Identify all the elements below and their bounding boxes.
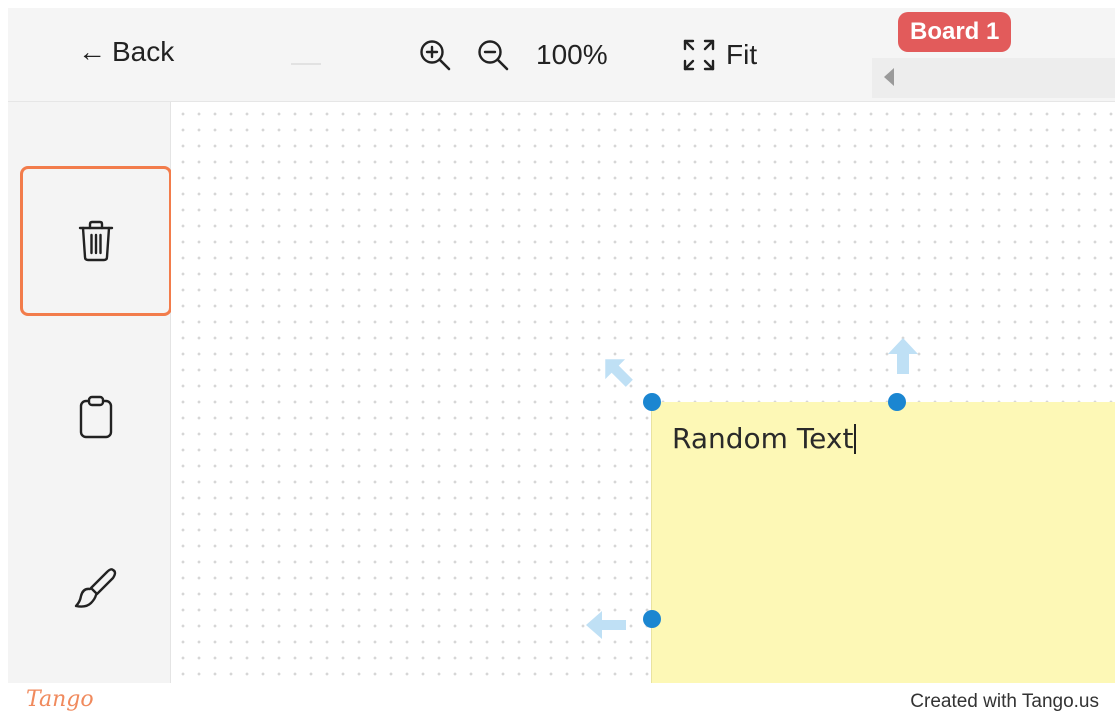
tool-sidebar xyxy=(8,102,172,683)
back-button[interactable]: ← Back xyxy=(78,36,174,68)
zoom-in-button[interactable] xyxy=(416,36,454,74)
tango-logo: Tango xyxy=(26,687,94,712)
resize-handle-left[interactable] xyxy=(643,610,661,628)
paintbrush-icon xyxy=(74,568,117,608)
resize-handle-top[interactable] xyxy=(888,393,906,411)
trash-icon xyxy=(78,220,114,262)
sticky-note[interactable]: Random Text xyxy=(652,402,1115,683)
expand-diagonal-arrow-icon[interactable] xyxy=(596,350,640,394)
divider xyxy=(291,63,321,65)
top-toolbar: ← Back 100% Fit Board 1 xyxy=(8,8,1115,102)
sticky-note-text[interactable]: Random Text xyxy=(672,422,857,455)
text-cursor xyxy=(854,424,857,454)
zoom-out-button[interactable] xyxy=(474,36,512,74)
board-tab-strip xyxy=(872,58,1115,98)
fit-button[interactable]: Fit xyxy=(682,38,757,72)
back-arrow-icon: ← xyxy=(78,36,106,67)
delete-tool-button[interactable] xyxy=(20,166,172,316)
app-window: ← Back 100% Fit Board 1 Random Text xyxy=(8,8,1115,683)
zoom-in-icon xyxy=(420,40,451,71)
board-badge[interactable]: Board 1 xyxy=(898,12,1012,52)
paste-tool-button[interactable] xyxy=(20,342,172,492)
whiteboard-canvas[interactable]: Random Text xyxy=(171,102,1115,683)
fit-to-screen-icon xyxy=(683,39,715,71)
resize-handle-top-left[interactable] xyxy=(643,393,661,411)
fit-label: Fit xyxy=(726,39,758,70)
zoom-out-icon xyxy=(478,40,509,71)
zoom-controls: 100% xyxy=(416,36,608,74)
style-tool-button[interactable] xyxy=(20,514,172,664)
expand-left-arrow-icon[interactable] xyxy=(584,607,628,643)
scroll-left-icon[interactable] xyxy=(884,68,894,86)
zoom-level: 100% xyxy=(536,39,608,70)
footer: Tango Created with Tango.us xyxy=(0,683,1115,717)
expand-up-arrow-icon[interactable] xyxy=(884,336,922,376)
footer-credit: Created with Tango.us xyxy=(910,691,1099,712)
clipboard-icon xyxy=(79,395,113,439)
back-label: Back xyxy=(112,36,175,67)
